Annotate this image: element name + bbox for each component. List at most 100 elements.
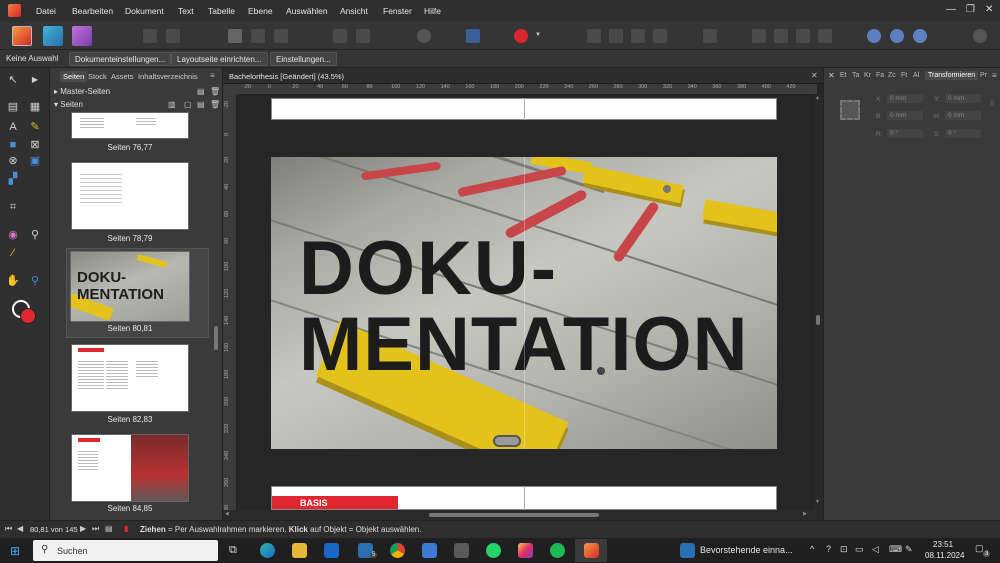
language-icon[interactable]: ⌨: [889, 544, 902, 555]
table-icon[interactable]: [274, 29, 288, 43]
align-center-icon[interactable]: [774, 29, 788, 43]
tab-stock[interactable]: Stock: [88, 72, 107, 81]
menu-dokument[interactable]: Dokument: [125, 6, 164, 16]
eyedropper-tool-icon[interactable]: ⁄: [6, 246, 20, 260]
arrange-forward-icon[interactable]: [631, 29, 645, 43]
menu-hilfe[interactable]: Hilfe: [424, 6, 441, 16]
panel-menu-icon[interactable]: ≡: [210, 71, 215, 80]
ruler-origin[interactable]: [223, 84, 237, 95]
view-mode-icon[interactable]: [417, 29, 431, 43]
hand-tool-icon[interactable]: ✋: [6, 274, 20, 288]
anchor-grid-icon[interactable]: [840, 100, 860, 120]
align-left-icon[interactable]: [752, 29, 766, 43]
tab-ft[interactable]: Ft: [901, 72, 907, 79]
vertical-scrollbar[interactable]: ▲ ▼: [814, 95, 823, 510]
tray-expand-icon[interactable]: ^: [810, 544, 814, 554]
pen-tool-icon[interactable]: ✎: [28, 120, 42, 134]
menu-auswaehlen[interactable]: Auswählen: [286, 6, 328, 16]
pages-row[interactable]: ▾ Seiten: [54, 100, 83, 109]
tab-pr[interactable]: Pr: [980, 72, 987, 79]
page-thumb[interactable]: [71, 112, 189, 139]
spread-view-icon[interactable]: ▥: [168, 100, 176, 109]
tab-kr[interactable]: Kr: [864, 72, 871, 79]
spread-label[interactable]: Seiten 84,85: [60, 504, 200, 513]
outlook-icon[interactable]: [324, 543, 339, 558]
chrome-icon[interactable]: [390, 543, 405, 558]
document-settings-button[interactable]: Dokumenteinstellungen...: [69, 52, 172, 66]
last-page-icon[interactable]: ⏭: [92, 524, 99, 534]
document-tab[interactable]: Bachelorthesis [Geändert] (43.5%) ✕: [223, 68, 823, 84]
add-master-icon[interactable]: ▤: [197, 87, 205, 96]
y-field[interactable]: 0 mm: [944, 93, 982, 104]
page-thumb-selected[interactable]: DOKU- MENTATION: [70, 251, 190, 322]
calendar-notification-icon[interactable]: [680, 543, 695, 558]
tab-seiten[interactable]: Seiten: [60, 71, 88, 82]
artistic-text-tool-icon[interactable]: A: [6, 120, 20, 134]
windows-start-icon[interactable]: ⊞: [10, 544, 20, 558]
move-tool-icon[interactable]: ↖: [6, 73, 20, 87]
menu-bearbeiten[interactable]: Bearbeiten: [72, 6, 113, 16]
store-icon[interactable]: [422, 543, 437, 558]
color-picker-tool-icon[interactable]: ◉: [6, 228, 20, 242]
snapping-magnet-icon[interactable]: [514, 29, 528, 43]
boolean-add-icon[interactable]: [867, 29, 881, 43]
account-icon[interactable]: [973, 29, 987, 43]
pin-icon[interactable]: [333, 29, 347, 43]
menu-tabelle[interactable]: Tabelle: [208, 6, 235, 16]
taskbar-search[interactable]: ⚲ Suchen: [33, 540, 218, 561]
tab-assets[interactable]: Assets: [111, 72, 134, 81]
pin-app-icon[interactable]: [454, 543, 469, 558]
zoom-tool-icon[interactable]: ⚲: [28, 274, 42, 288]
ellipse-frame-tool-icon[interactable]: ⊗: [6, 154, 20, 168]
collapse-panel-icon[interactable]: ✕: [828, 71, 835, 80]
file-explorer-icon[interactable]: [292, 543, 307, 558]
clock-date[interactable]: 08.11.2024: [925, 551, 964, 560]
page-tool-icon[interactable]: ▤: [6, 100, 20, 114]
width-field[interactable]: 0 mm: [886, 110, 924, 121]
app-logo-icon[interactable]: [8, 4, 21, 17]
menu-text[interactable]: Text: [178, 6, 194, 16]
edge-icon[interactable]: [260, 543, 275, 558]
tab-ta[interactable]: Ta: [852, 72, 859, 79]
arrange-front-icon[interactable]: [653, 29, 667, 43]
tab-et[interactable]: Et: [840, 72, 847, 79]
volume-icon[interactable]: ◁: [872, 544, 879, 555]
close-document-icon[interactable]: ✕: [811, 71, 818, 80]
shear-field[interactable]: 0 °: [944, 128, 982, 139]
battery-icon[interactable]: ▭: [855, 544, 864, 555]
height-field[interactable]: 0 mm: [944, 110, 982, 121]
arrange-back-icon[interactable]: [609, 29, 623, 43]
page-thumb[interactable]: [71, 434, 189, 502]
pen-icon[interactable]: ✎: [905, 544, 913, 555]
previous-page-icon[interactable]: ◀: [17, 524, 23, 533]
panel-menu-icon[interactable]: ≡: [992, 71, 997, 80]
clock-time[interactable]: 23:51: [933, 540, 953, 549]
whatsapp-icon[interactable]: [486, 543, 501, 558]
spread-label[interactable]: Seiten 82,83: [60, 415, 200, 424]
fill-color-icon[interactable]: [20, 308, 36, 324]
notification-text[interactable]: Bevorstehende einna...: [700, 545, 793, 555]
preflight-icon[interactable]: [143, 29, 157, 43]
page-indicator[interactable]: 80,81 von 145: [30, 525, 78, 534]
scroll-right-icon[interactable]: ▶: [803, 511, 807, 517]
text-wrap-icon[interactable]: [703, 29, 717, 43]
close-icon[interactable]: ✕: [985, 4, 993, 15]
assets-icon[interactable]: [166, 29, 180, 43]
spread-label[interactable]: Seiten 78,79: [60, 234, 200, 243]
picture-frame-tool-icon[interactable]: ⊠: [28, 138, 42, 152]
crop-tool-icon[interactable]: ⌗: [6, 200, 20, 214]
boolean-intersect-icon[interactable]: [913, 29, 927, 43]
tablet-icon[interactable]: ⊡: [840, 544, 848, 555]
tab-fa[interactable]: Fa: [876, 72, 884, 79]
tab-transformieren[interactable]: Transformieren: [925, 71, 979, 80]
page-setup-button[interactable]: Layoutseite einrichten...: [171, 52, 268, 66]
tab-zc[interactable]: Zc: [888, 72, 896, 79]
circle-frame-icon[interactable]: [251, 29, 265, 43]
text-frame-icon[interactable]: [466, 29, 480, 43]
add-page-icon[interactable]: ▤: [197, 100, 205, 109]
table-tool-icon[interactable]: ▦: [28, 100, 42, 114]
single-page-icon[interactable]: ▢: [184, 100, 192, 109]
snapping-dropdown-icon[interactable]: ▼: [535, 32, 541, 38]
tab-al[interactable]: Al: [913, 72, 919, 79]
lock-aspect-icon[interactable]: ⌷: [990, 101, 994, 109]
